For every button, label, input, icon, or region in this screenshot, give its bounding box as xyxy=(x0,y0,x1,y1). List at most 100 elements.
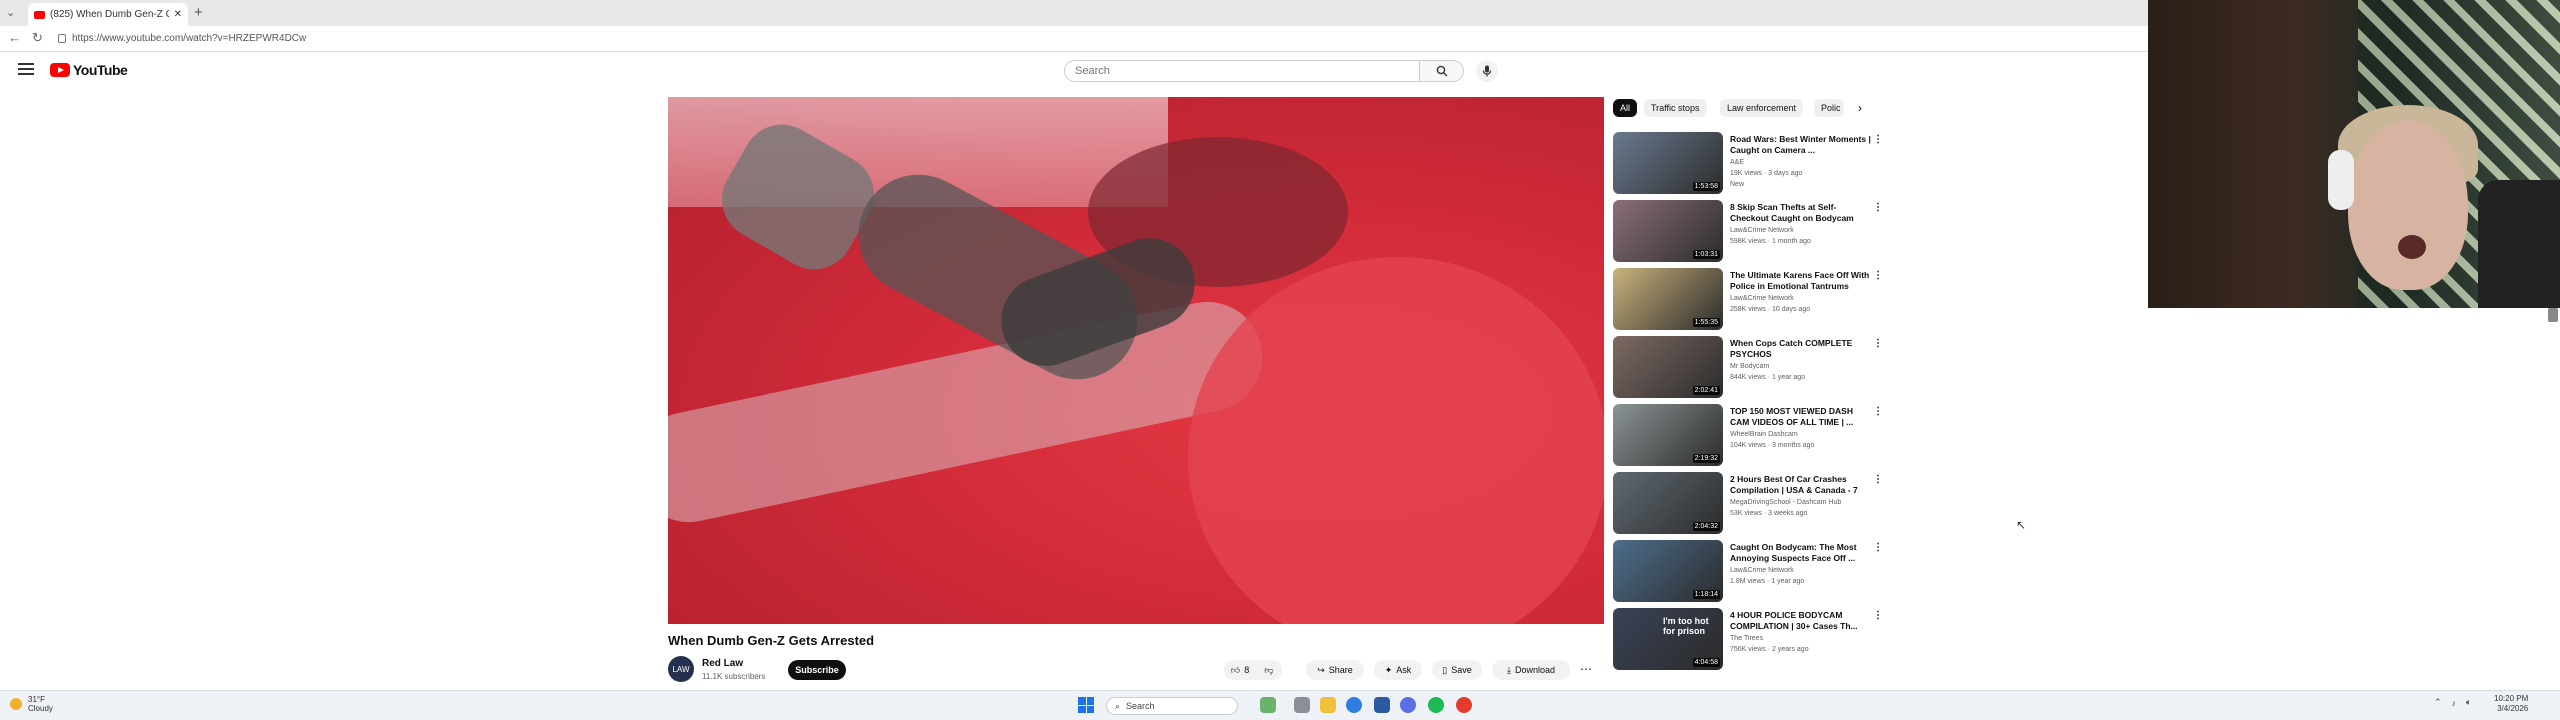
download-icon: ⤓ xyxy=(1506,664,1511,675)
recommendation-channel[interactable]: Law&Crime Network xyxy=(1730,295,1794,302)
lock-icon xyxy=(58,34,66,43)
search-button[interactable] xyxy=(1420,60,1464,82)
recommendation-title[interactable]: When Cops Catch COMPLETE PSYCHOS xyxy=(1730,338,1872,360)
chip-law-enforcement[interactable]: Law enforcement xyxy=(1720,99,1804,117)
recommendation-title[interactable]: 4 HOUR POLICE BODYCAM COMPILATION | 30+ … xyxy=(1730,610,1872,632)
subscribe-button[interactable]: Subscribe xyxy=(788,660,846,680)
youtube-logo[interactable]: YouTube xyxy=(50,62,128,78)
recommendation-meta: 756K views · 2 years ago xyxy=(1730,646,1809,653)
search-icon xyxy=(1436,65,1447,77)
video-thumbnail[interactable]: I'm too hot for prison 4:04:58 xyxy=(1613,608,1723,670)
chip-all[interactable]: All xyxy=(1613,99,1638,117)
task-view-icon[interactable] xyxy=(1294,697,1310,713)
taskbar-search[interactable]: ⌕ Search xyxy=(1106,697,1238,715)
video-thumbnail[interactable]: 2:04:32 xyxy=(1613,472,1723,534)
recommendation-title[interactable]: Caught On Bodycam: The Most Annoying Sus… xyxy=(1730,542,1872,564)
recommendation-title[interactable]: The Ultimate Karens Face Off With Police… xyxy=(1730,270,1872,292)
recommendation-channel[interactable]: The Tirees xyxy=(1730,635,1763,642)
more-options-icon[interactable]: ⋮ xyxy=(1873,474,1883,485)
video-thumbnail[interactable]: 1:03:31 xyxy=(1613,200,1723,262)
weather-desc: Cloudy xyxy=(28,704,53,713)
channel-name[interactable]: Red Law xyxy=(702,658,743,669)
recommendation-meta: 53K views · 3 weeks ago xyxy=(1730,510,1808,517)
video-thumbnail[interactable]: 2:02:41 xyxy=(1613,336,1723,398)
recommendation-channel[interactable]: A&E xyxy=(1730,159,1744,166)
url-field[interactable]: https://www.youtube.com/watch?v=HRZEPWR4… xyxy=(58,33,306,44)
recommendation-channel[interactable]: Mr Bodycam xyxy=(1730,363,1769,370)
speaker-icon[interactable]: 🔈︎ xyxy=(2466,697,2471,708)
subscriber-count: 11.1K subscribers xyxy=(702,672,766,681)
browser-tab[interactable]: (825) When Dumb Gen-Z Get ✕ xyxy=(28,3,188,26)
search-input[interactable] xyxy=(1064,60,1420,82)
edge-icon[interactable] xyxy=(1346,697,1362,713)
channel-avatar[interactable]: LAW xyxy=(668,656,694,682)
weather-temp: 31°F xyxy=(28,695,45,704)
search-icon: ⌕ xyxy=(1115,700,1121,711)
recommendation-channel[interactable]: WheelBrain Dashcam xyxy=(1730,431,1798,438)
save-button[interactable]: ▯ Save xyxy=(1432,660,1482,680)
more-options-icon[interactable]: ⋮ xyxy=(1873,542,1883,553)
recommendation-title[interactable]: TOP 150 MOST VIEWED DASH CAM VIDEOS OF A… xyxy=(1730,406,1872,428)
widgets-icon[interactable] xyxy=(1260,697,1276,713)
recommendation-channel[interactable]: Law&Crime Network xyxy=(1730,567,1794,574)
more-options-icon[interactable]: ⋮ xyxy=(1873,610,1883,621)
video-thumbnail[interactable]: 1:55:35 xyxy=(1613,268,1723,330)
video-thumbnail[interactable]: 2:19:32 xyxy=(1613,404,1723,466)
calendar-app-icon[interactable] xyxy=(1374,697,1390,713)
taskbar-clock[interactable]: 10:20 PM 3/4/2026 xyxy=(2494,694,2528,714)
video-thumbnail[interactable]: 1:53:58 xyxy=(1613,132,1723,194)
video-player[interactable] xyxy=(668,97,1604,624)
taskbar-search-label: Search xyxy=(1126,701,1155,711)
spotify-icon[interactable] xyxy=(1428,697,1444,713)
recommendation-item[interactable]: 1:03:31 8 Skip Scan Thefts at Self-Check… xyxy=(1613,200,1883,262)
file-explorer-icon[interactable] xyxy=(1320,697,1336,713)
more-actions-icon[interactable]: ⋯ xyxy=(1580,662,1592,676)
more-options-icon[interactable]: ⋮ xyxy=(1873,406,1883,417)
video-thumbnail[interactable]: 1:18:14 xyxy=(1613,540,1723,602)
tab-search-icon[interactable]: ⌄ xyxy=(6,6,15,19)
new-tab-icon[interactable]: + xyxy=(194,4,203,21)
microphone-icon[interactable]: ♪ xyxy=(2452,698,2457,708)
back-icon[interactable]: ← xyxy=(8,30,21,45)
chevron-right-icon[interactable]: › xyxy=(1858,101,1862,115)
recommendation-channel[interactable]: Law&Crime Network xyxy=(1730,227,1794,234)
more-options-icon[interactable]: ⋮ xyxy=(1873,270,1883,281)
recommendation-title[interactable]: 8 Skip Scan Thefts at Self-Checkout Caug… xyxy=(1730,202,1872,224)
recommendation-item[interactable]: 1:55:35 The Ultimate Karens Face Off Wit… xyxy=(1613,268,1883,330)
windows-start-icon[interactable] xyxy=(1078,697,1094,713)
recommendation-title[interactable]: Road Wars: Best Winter Moments | Caught … xyxy=(1730,134,1872,156)
ask-button[interactable]: ✦ Ask xyxy=(1374,660,1422,680)
video-duration: 1:53:58 xyxy=(1692,182,1720,191)
more-options-icon[interactable]: ⋮ xyxy=(1873,338,1883,349)
discord-icon[interactable] xyxy=(1400,697,1416,713)
clock-date: 3/4/2026 xyxy=(2497,704,2529,713)
like-button[interactable]: 👍︎ 8 xyxy=(1224,660,1256,680)
hamburger-menu-icon[interactable] xyxy=(18,63,34,75)
video-duration: 2:19:32 xyxy=(1692,454,1720,463)
download-button[interactable]: ⤓ Download xyxy=(1492,660,1570,680)
more-options-icon[interactable]: ⋮ xyxy=(1873,202,1883,213)
webcam-face xyxy=(2348,120,2468,290)
recommendation-channel[interactable]: MegaDrivingSchool - Dashcam Hub xyxy=(1730,499,1841,506)
more-options-icon[interactable]: ⋮ xyxy=(1873,134,1883,145)
voice-search-button[interactable] xyxy=(1476,60,1498,82)
system-tray[interactable]: ⌃ ♪ 🔈︎ xyxy=(2434,697,2471,708)
recommendation-item[interactable]: 2:04:32 2 Hours Best Of Car Crashes Comp… xyxy=(1613,472,1883,534)
tab-close-icon[interactable]: ✕ xyxy=(174,9,182,20)
chrome-icon[interactable] xyxy=(1456,697,1472,713)
chip-police[interactable]: Polic xyxy=(1814,99,1844,117)
recommendation-title[interactable]: 2 Hours Best Of Car Crashes Compilation … xyxy=(1730,474,1872,496)
recommendation-item[interactable]: 1:18:14 Caught On Bodycam: The Most Anno… xyxy=(1613,540,1883,602)
reload-icon[interactable]: ↻ xyxy=(32,30,43,46)
scrollbar-thumb[interactable] xyxy=(2548,308,2558,322)
recommendation-item[interactable]: 2:02:41 When Cops Catch COMPLETE PSYCHOS… xyxy=(1613,336,1883,398)
recommendation-item[interactable]: 1:53:58 Road Wars: Best Winter Moments |… xyxy=(1613,132,1883,194)
recommendation-item[interactable]: I'm too hot for prison 4:04:58 4 HOUR PO… xyxy=(1613,608,1883,670)
video-duration: 1:55:35 xyxy=(1692,318,1720,327)
weather-widget[interactable]: 31°F Cloudy xyxy=(10,695,53,713)
recommendation-item[interactable]: 2:19:32 TOP 150 MOST VIEWED DASH CAM VID… xyxy=(1613,404,1883,466)
dislike-button[interactable]: 👎︎ xyxy=(1256,660,1282,680)
share-button[interactable]: ↪ Share xyxy=(1306,660,1364,680)
chip-traffic-stops[interactable]: Traffic stops xyxy=(1644,99,1707,117)
chevron-up-icon[interactable]: ⌃ xyxy=(2434,697,2442,708)
